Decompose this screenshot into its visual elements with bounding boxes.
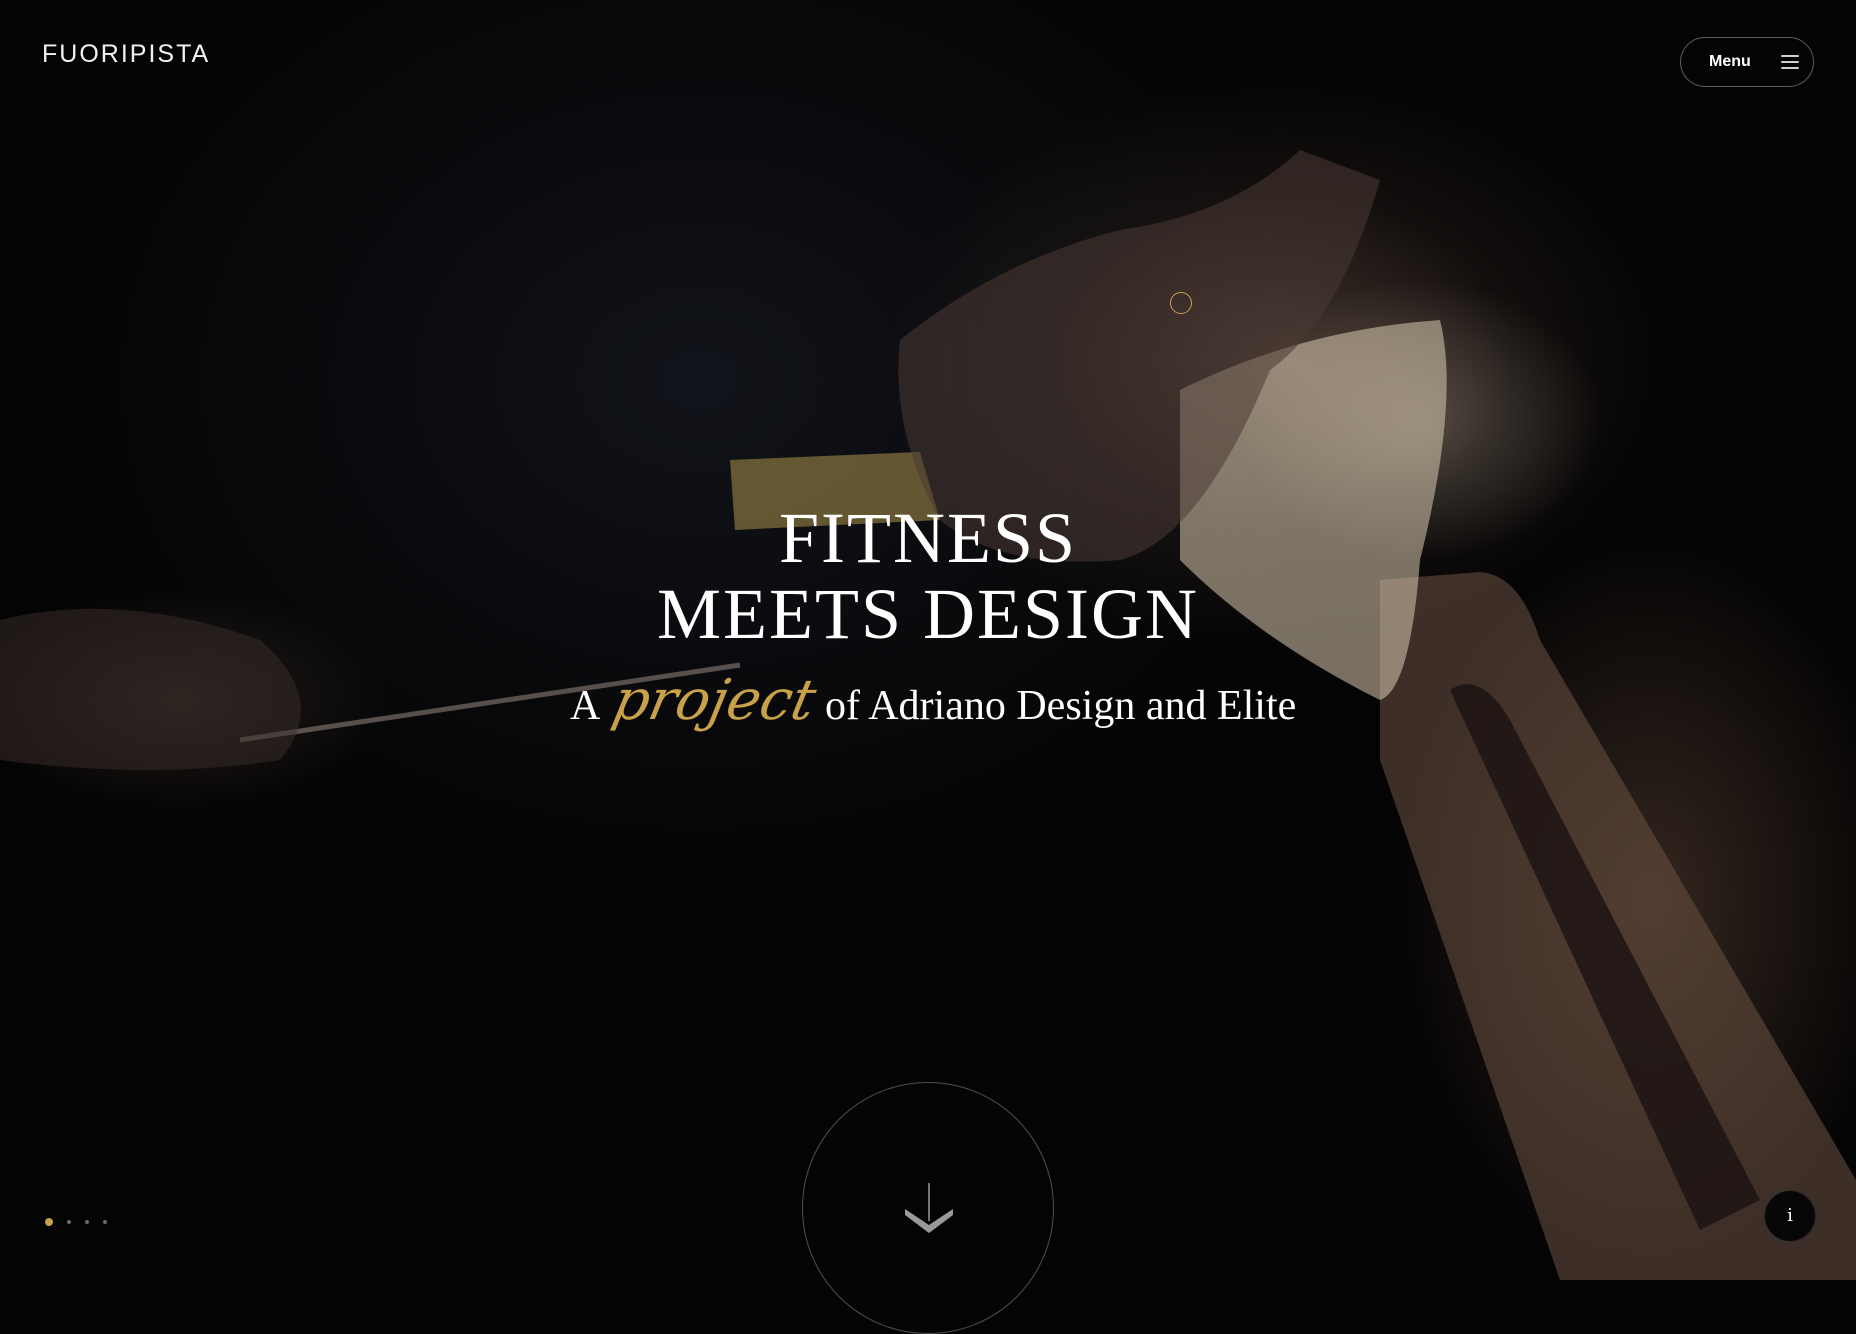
menu-button-label: Menu — [1709, 53, 1751, 70]
headline-line-1: FITNESS — [778, 498, 1078, 578]
info-button[interactable]: i — [1764, 1190, 1816, 1242]
hero-headline: FITNESS MEETS DESIGN — [0, 500, 1856, 652]
pagination-dot[interactable] — [103, 1220, 107, 1224]
pagination-dot[interactable] — [85, 1220, 89, 1224]
site-logo[interactable]: FUORIPISTA — [42, 40, 210, 69]
arrow-down-icon — [905, 1183, 953, 1233]
tagline-prefix: A — [570, 683, 601, 729]
pagination-dot[interactable] — [45, 1218, 53, 1226]
headline-line-2: MEETS DESIGN — [657, 574, 1199, 654]
menu-button[interactable]: Menu — [1680, 37, 1814, 87]
hamburger-icon — [1781, 55, 1799, 69]
scroll-down-button[interactable] — [802, 1082, 1054, 1334]
tagline-suffix: of Adriano Design and Elite — [825, 683, 1297, 729]
slide-pagination — [45, 1218, 107, 1226]
hero-tagline: Aprojectof Adriano Design and Elite — [570, 668, 1296, 733]
custom-cursor-ring — [1170, 292, 1192, 314]
tagline-script-word: project — [607, 668, 822, 733]
pagination-dot[interactable] — [67, 1220, 71, 1224]
